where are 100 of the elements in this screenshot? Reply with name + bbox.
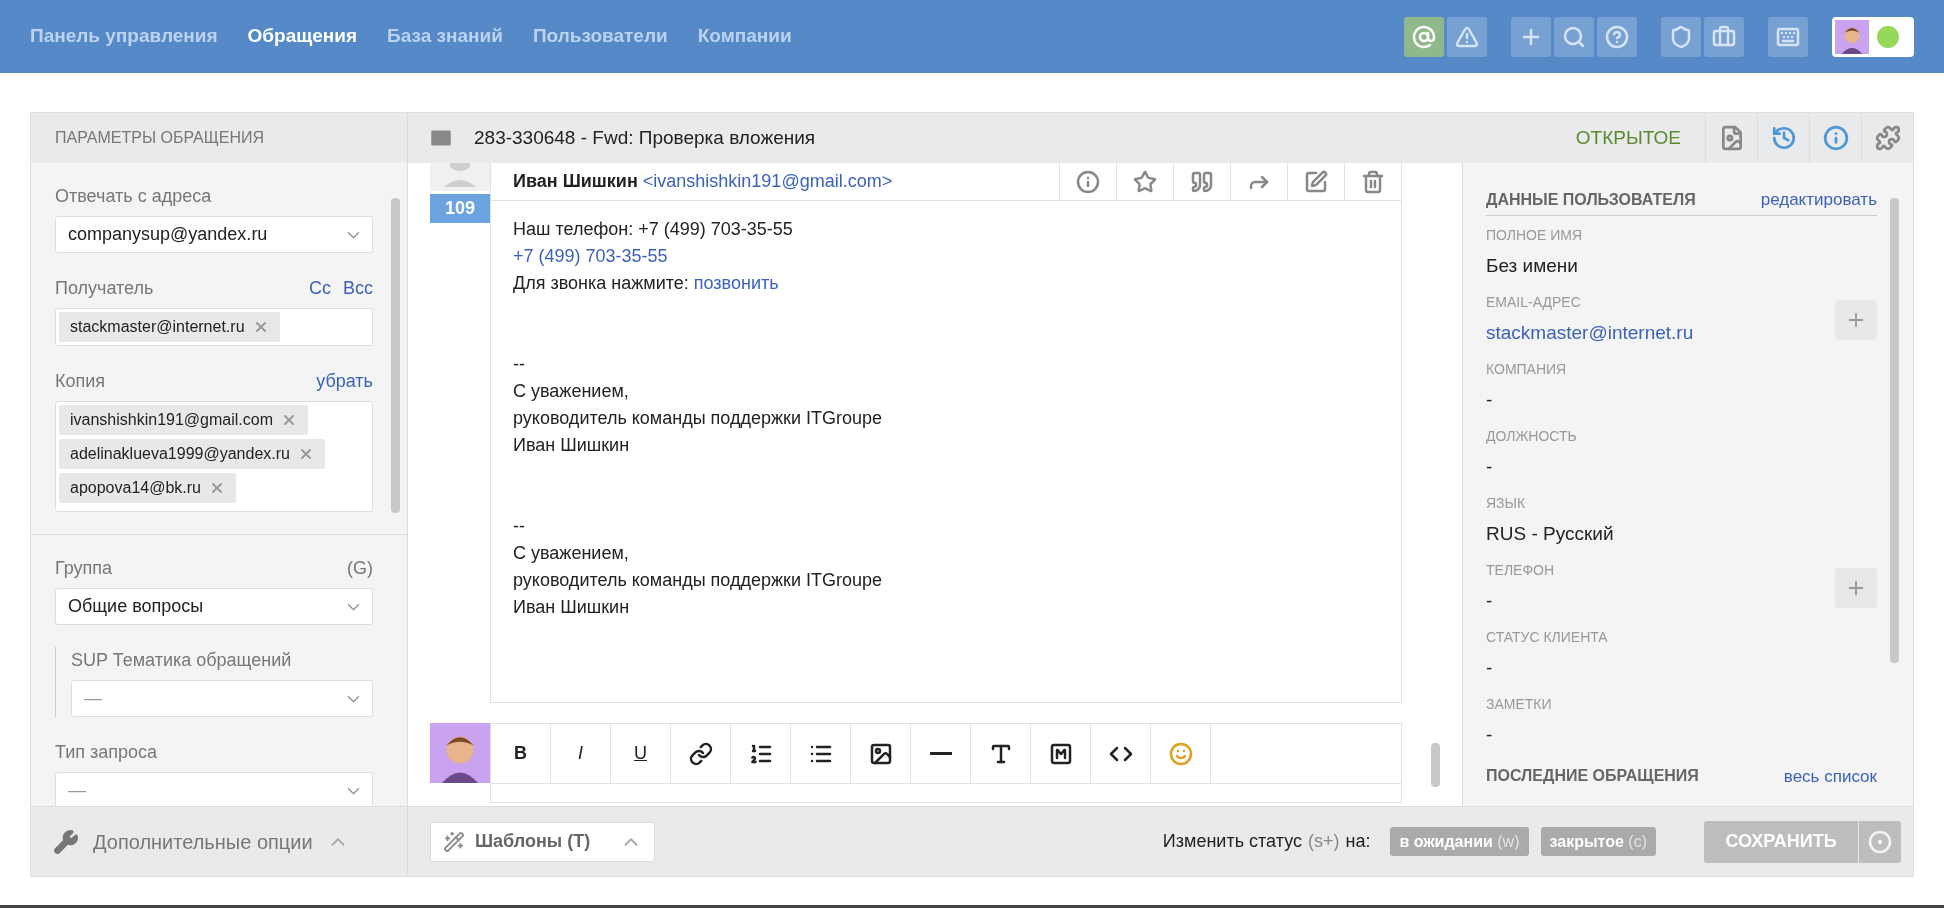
field-label: Группа — [55, 557, 113, 580]
field-label: Получатель — [55, 277, 154, 300]
warning-button[interactable] — [1447, 16, 1487, 57]
field-label: ДОЛЖНОСТЬ — [1486, 427, 1577, 447]
shortcut-hint: (G) — [347, 557, 373, 580]
field-label: SUP Тематика обращений — [71, 649, 293, 672]
help-icon — [1605, 24, 1629, 49]
edit-link[interactable]: редактировать — [1760, 187, 1877, 213]
field-label: СТАТУС КЛИЕНТА — [1486, 628, 1608, 648]
history-icon — [1770, 125, 1797, 151]
field-value: - — [1486, 388, 1494, 413]
shield-button[interactable] — [1661, 16, 1701, 57]
scrollbar[interactable] — [391, 198, 400, 513]
chevron-down-icon — [347, 602, 360, 611]
tag-text: ivanshishkin191@gmail.com — [70, 410, 273, 430]
avatar — [430, 723, 490, 783]
status-label: Изменить статус — [1162, 830, 1302, 853]
plus-button[interactable] — [1511, 16, 1551, 57]
image-icon — [868, 741, 893, 766]
wrench-icon — [53, 828, 79, 855]
help-button[interactable] — [1597, 16, 1637, 57]
author-email[interactable]: <ivanshishkin191@gmail.com> — [642, 168, 893, 195]
field-label: ПОЛНОЕ ИМЯ — [1486, 226, 1583, 246]
info-icon — [1076, 169, 1100, 194]
info-icon — [1822, 125, 1849, 151]
emoji-icon — [1168, 741, 1193, 766]
message-text: -- — [513, 353, 525, 376]
panel-title: ПАРАМЕТРЫ ОБРАЩЕНИЯ — [55, 128, 264, 148]
group-select[interactable]: Общие вопросы — [55, 588, 373, 625]
request-type-select[interactable]: — — [55, 772, 373, 806]
add-button[interactable] — [1835, 568, 1877, 608]
message-text: Иван Шишкин — [513, 596, 630, 619]
scrollbar[interactable] — [1890, 198, 1899, 663]
message-number: 109 — [430, 194, 490, 223]
message-text: Иван Шишкин — [513, 434, 630, 457]
recipient-field[interactable]: stackmaster@internet.ru — [55, 308, 373, 346]
full-list-link[interactable]: весь список — [1783, 763, 1877, 789]
mention-icon — [1412, 24, 1436, 49]
nav-link[interactable]: Обращения — [247, 22, 358, 51]
field-label: ЯЗЫК — [1486, 494, 1527, 514]
tag-text: stackmaster@internet.ru — [70, 317, 245, 337]
cc-link[interactable]: Bcc — [343, 275, 373, 302]
avatar — [1835, 19, 1869, 54]
more-options-button[interactable]: Дополнительные опции — [93, 826, 313, 857]
quote-icon — [1190, 169, 1214, 194]
topic-select[interactable]: — — [71, 680, 373, 717]
warning-icon — [1455, 24, 1479, 49]
ticket-status: ОТКРЫТОЕ — [1575, 125, 1681, 150]
status-label: на: — [1345, 830, 1371, 853]
bold-button[interactable]: B — [491, 724, 551, 783]
field-label: Копия — [55, 370, 106, 393]
user-menu[interactable] — [1832, 16, 1914, 57]
tag-text: adelinaklueva1999@yandex.ru — [70, 444, 290, 464]
mention-button[interactable] — [1404, 16, 1444, 57]
remove-icon[interactable] — [209, 480, 225, 496]
remove-link[interactable]: убрать — [316, 368, 373, 395]
trash-icon — [1361, 169, 1385, 194]
add-button[interactable] — [1835, 300, 1877, 340]
phone-link[interactable]: +7 (499) 703-35-55 — [513, 243, 668, 270]
edit-icon — [1304, 169, 1328, 194]
italic-button[interactable]: I — [551, 724, 611, 783]
message-text: -- — [513, 515, 525, 538]
search-button[interactable] — [1554, 16, 1594, 57]
message-author: Иван Шишкин — [513, 170, 639, 193]
field-value: Без имени — [1486, 254, 1579, 279]
scrollbar[interactable] — [1431, 743, 1440, 787]
keyboard-button[interactable] — [1768, 16, 1808, 57]
shield-icon — [1669, 24, 1693, 49]
field-label: Отвечать с адреса — [55, 185, 213, 208]
field-value: - — [1486, 723, 1494, 748]
field-value: - — [1486, 589, 1494, 614]
remove-icon[interactable] — [281, 412, 297, 428]
field-value: - — [1486, 455, 1494, 480]
save-options-button[interactable] — [1859, 820, 1901, 863]
briefcase-button[interactable] — [1704, 16, 1744, 57]
message-text: руководитель команды поддержки ITGroupe — [513, 569, 883, 592]
copy-field[interactable]: ivanshishkin191@gmail.com adelinaklueva1999@yandex.ru apopova14@bk.ru — [55, 401, 373, 512]
message-text: С уважением, — [513, 542, 629, 565]
field-label: EMAIL-АДРЕС — [1486, 293, 1582, 313]
magic-wand-icon — [443, 830, 465, 853]
message-text: С уважением, — [513, 380, 629, 403]
section-title: ПОСЛЕДНИЕ ОБРАЩЕНИЯ — [1486, 766, 1699, 787]
field-label: КОМПАНИЯ — [1486, 360, 1567, 380]
field-label: ТЕЛЕФОН — [1486, 561, 1555, 581]
horizontal-rule-icon — [929, 752, 952, 755]
templates-button[interactable]: Шаблоны (T) — [430, 821, 656, 862]
tag-text: apopova14@bk.ru — [70, 478, 201, 498]
briefcase-icon — [1712, 24, 1736, 49]
email-link[interactable]: stackmaster@internet.ru — [1486, 319, 1694, 348]
field-label: Тип запроса — [55, 741, 159, 764]
cc-link[interactable]: Cc — [309, 275, 331, 302]
field-value: RUS - Русский — [1486, 522, 1614, 547]
reply-from-select[interactable]: companysup@yandex.ru — [55, 216, 373, 253]
chevron-down-icon — [347, 230, 360, 239]
field-label: ЗАМЕТКИ — [1486, 695, 1552, 715]
underline-button[interactable]: U — [611, 724, 671, 783]
call-link[interactable]: позвонить — [693, 270, 779, 297]
field-value: - — [1486, 656, 1494, 681]
search-icon — [1562, 24, 1586, 49]
target-icon — [1868, 829, 1892, 854]
